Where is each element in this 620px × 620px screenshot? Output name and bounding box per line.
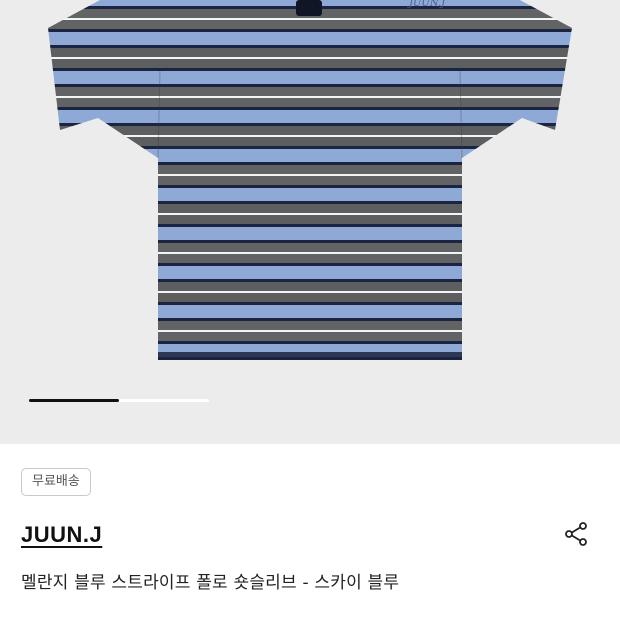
striped-polo-shirt-image: JUUN.J bbox=[48, 0, 572, 360]
placket bbox=[296, 0, 322, 16]
carousel-progress-bar bbox=[29, 399, 119, 402]
chest-logo: JUUN.J bbox=[407, 0, 446, 9]
product-image[interactable]: JUUN.J bbox=[0, 0, 620, 444]
carousel-indicator[interactable] bbox=[29, 399, 209, 402]
product-info: 무료배송 JUUN.J 멜란지 블루 스트라이프 폴로 숏슬리브 - 스카이 블… bbox=[0, 444, 620, 620]
share-icon bbox=[565, 522, 587, 546]
product-title: 멜란지 블루 스트라이프 폴로 숏슬리브 - 스카이 블루 bbox=[21, 573, 400, 593]
free-shipping-badge: 무료배송 bbox=[21, 468, 91, 496]
brand-link[interactable]: JUUN.J bbox=[21, 522, 102, 548]
share-button[interactable] bbox=[560, 518, 592, 550]
